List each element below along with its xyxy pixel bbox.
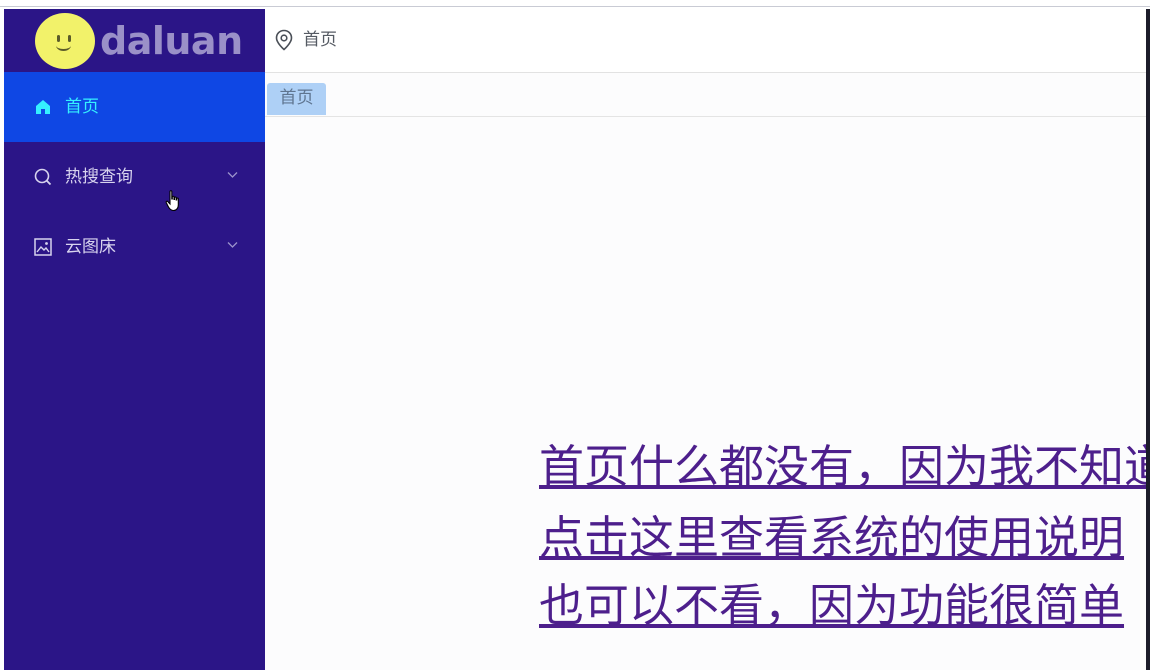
usage-guide-link[interactable]: 点击这里查看系统的使用说明 [539,511,1124,565]
sidebar-item-label: 首页 [65,97,99,117]
top-header: 首页 [265,9,1150,73]
hand-cursor-icon [165,190,179,212]
smiley-face-icon [35,13,95,69]
logo[interactable]: daluan [4,9,265,72]
location-pin-icon [275,29,293,51]
sidebar-item-label: 热搜查询 [65,167,133,187]
image-icon [34,238,52,256]
breadcrumb[interactable]: 首页 [303,29,337,51]
window-right-border [1146,9,1150,670]
window-top-border [0,6,1150,7]
sidebar: daluan 首页 热搜查询 云图床 [4,9,265,670]
main-content: 首页什么都没有，因为我不知道放什么 点击这里查看系统的使用说明 也可以不看，因为… [265,117,1146,670]
sidebar-item-label: 云图床 [65,237,116,257]
tabs-bar: 首页 [265,73,1146,117]
sidebar-item-home[interactable]: 首页 [4,72,265,142]
chevron-down-icon[interactable] [227,241,238,249]
logo-text: daluan [100,19,243,63]
sidebar-item-hot-search[interactable]: 热搜查询 [4,142,265,212]
home-message-line-3[interactable]: 也可以不看，因为功能很简单 [539,579,1124,633]
sidebar-item-image-host[interactable]: 云图床 [4,212,265,282]
search-icon [34,168,52,186]
home-icon [36,100,50,114]
tab-home[interactable]: 首页 [267,83,326,115]
chevron-down-icon[interactable] [227,171,238,179]
home-message-line-1[interactable]: 首页什么都没有，因为我不知道放什么 [539,440,1146,494]
